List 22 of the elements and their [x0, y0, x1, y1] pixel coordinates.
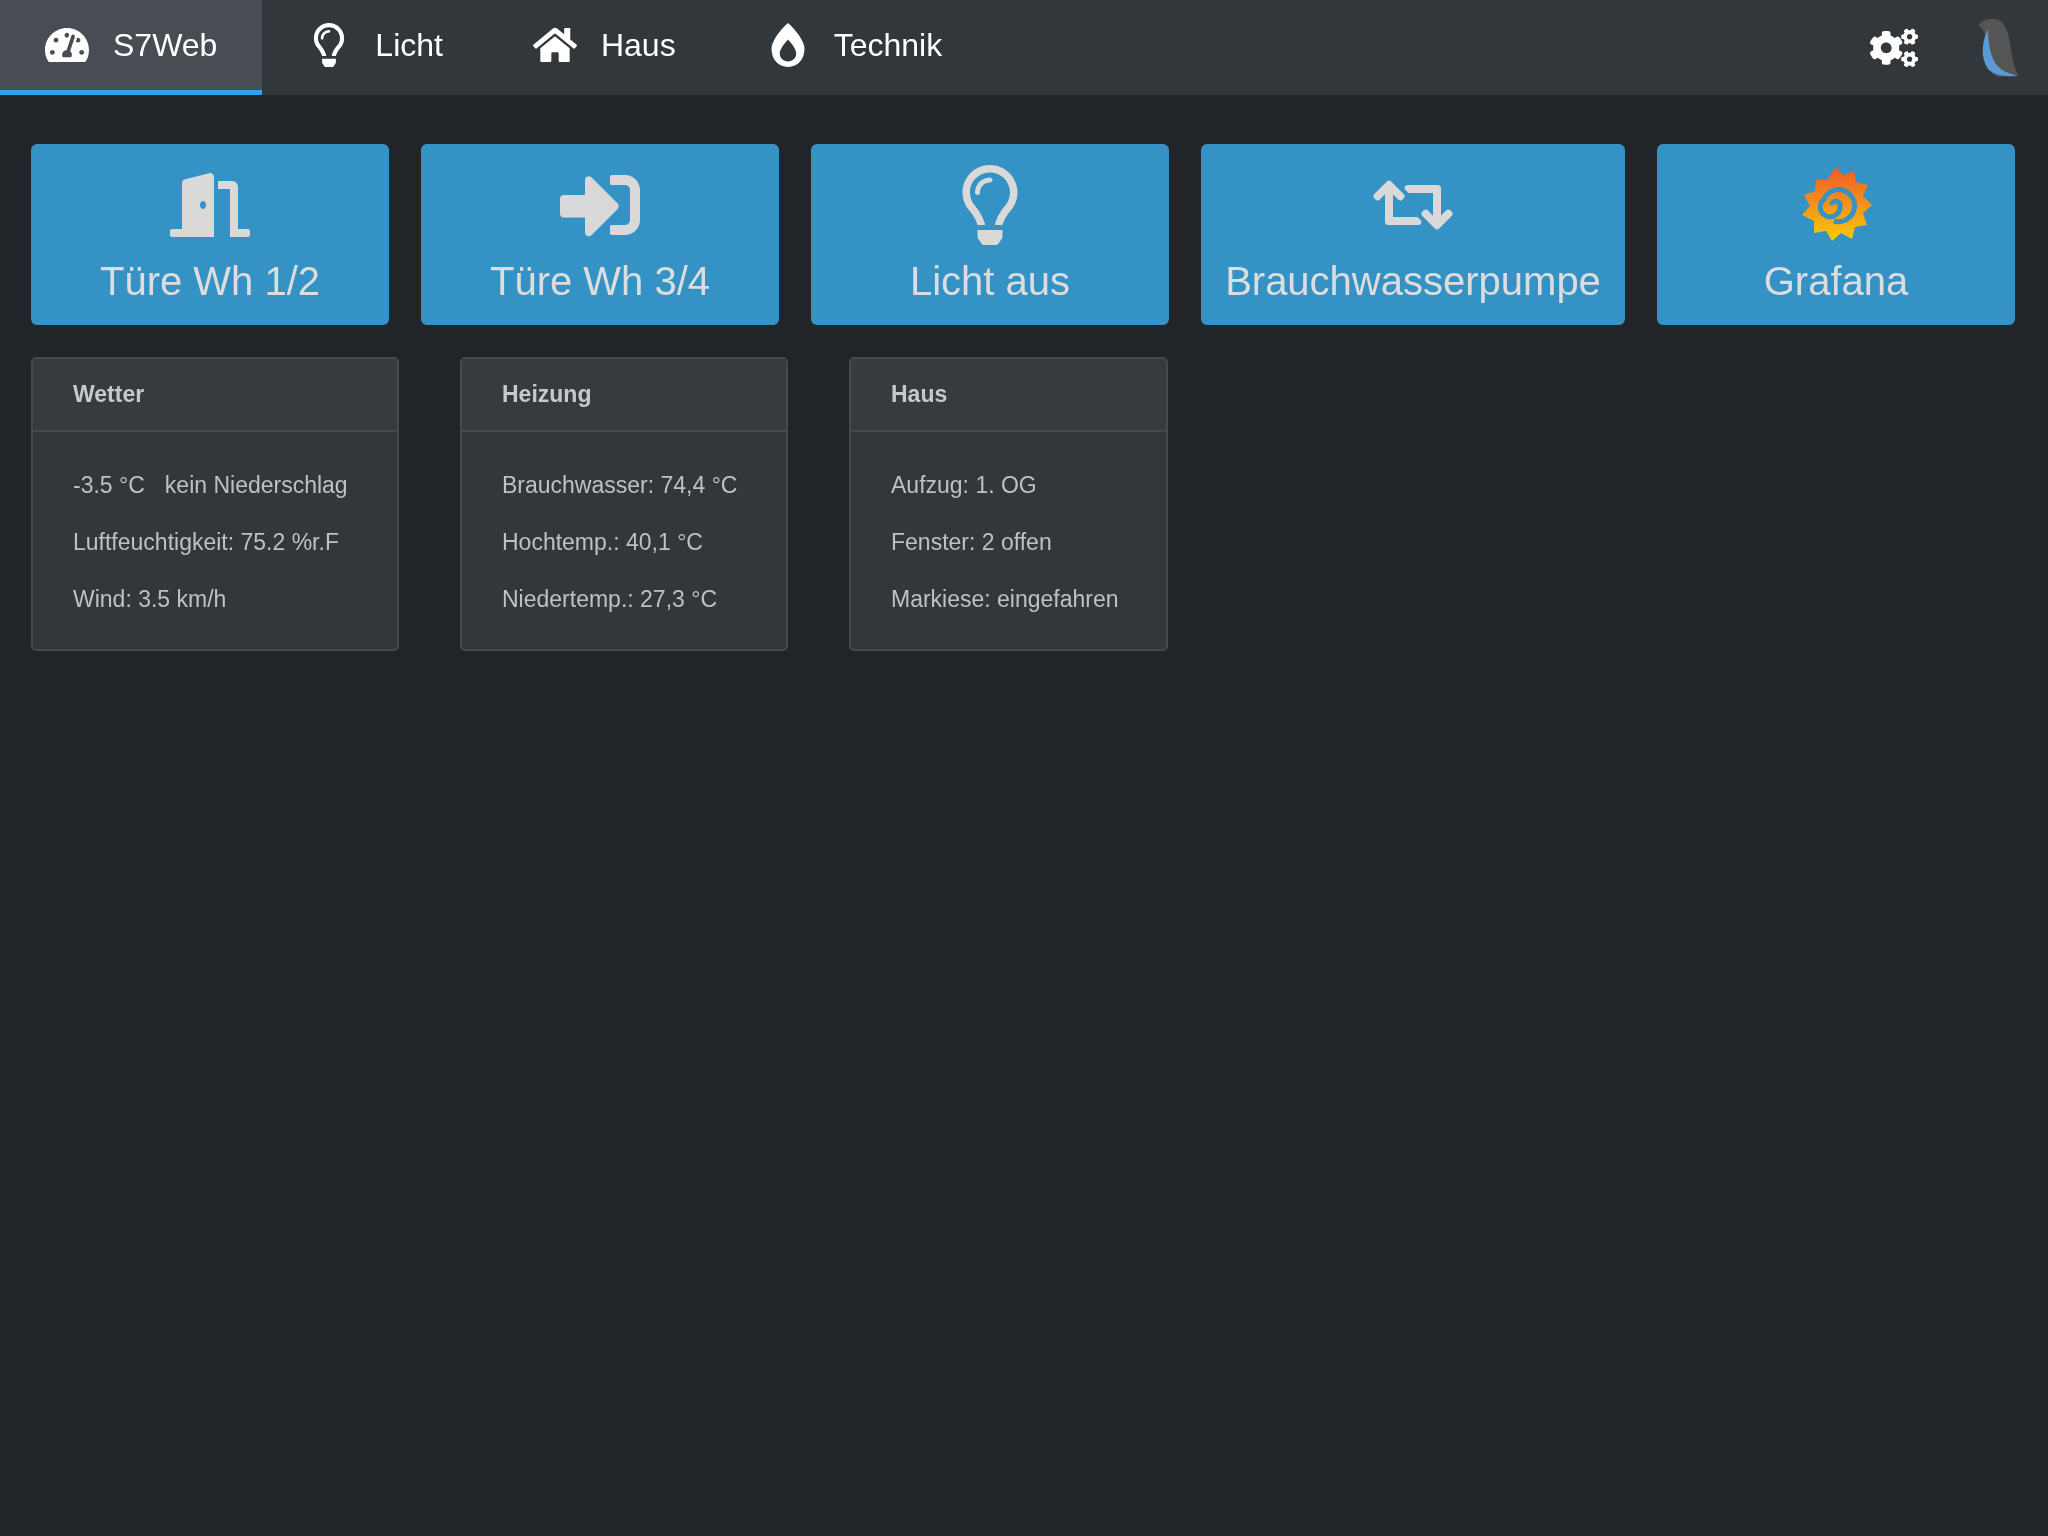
tile-button[interactable]: Türe Wh 3/4 [421, 144, 779, 325]
nav-tab[interactable]: Licht [262, 0, 488, 95]
tile-button[interactable]: Türe Wh 1/2 [31, 144, 389, 325]
nav-tab[interactable]: Technik [720, 0, 988, 95]
nav-tab[interactable]: Haus [487, 0, 721, 95]
info-text: Luftfeuchtigkeit: 75.2 %r.F [73, 529, 339, 556]
info-text: -3.5 °C [73, 472, 145, 499]
info-text: Niedertemp.: 27,3 °C [502, 586, 718, 613]
info-text: Wind: 3.5 km/h [73, 586, 227, 613]
nav-tab[interactable]: S7Web [0, 0, 263, 95]
info-text: Brauchwasser: 74,4 °C [502, 472, 738, 499]
info-text: Markiese: eingefahren [891, 586, 1119, 613]
tile-button[interactable]: Brauchwasserpumpe [1201, 144, 1625, 325]
panel-title: Heizung [502, 381, 592, 407]
panel-title: Wetter [73, 381, 145, 407]
panel-title: Haus [891, 381, 948, 407]
tile-button[interactable]: Grafana [1657, 144, 2015, 325]
info-text: Fenster: 2 offen [891, 529, 1052, 556]
info-text: Aufzug: 1. OG [891, 472, 1037, 499]
tile-button[interactable]: Licht aus [811, 144, 1169, 325]
info-text: kein Niederschlag [164, 472, 348, 499]
info-text: Hochtemp.: 40,1 °C [502, 529, 703, 556]
